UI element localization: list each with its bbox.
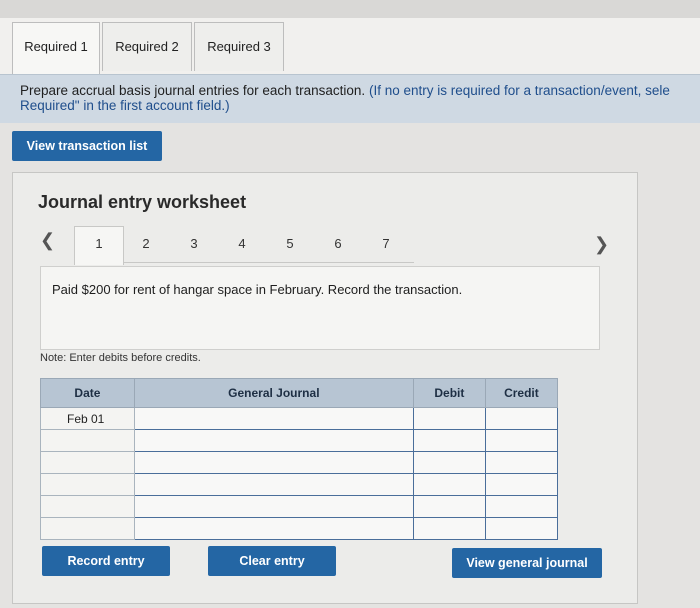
table-row (40, 517, 559, 540)
tab-required-3[interactable]: Required 3 (194, 22, 284, 71)
debit-input[interactable] (412, 429, 486, 452)
date-cell[interactable] (40, 495, 135, 518)
step-3[interactable]: 3 (184, 236, 204, 251)
credit-input[interactable] (484, 495, 559, 518)
record-entry-button[interactable]: Record entry (42, 546, 170, 576)
debit-input[interactable] (412, 407, 486, 430)
col-debit: Debit (412, 378, 486, 408)
col-credit: Credit (484, 378, 559, 408)
date-cell[interactable] (40, 451, 135, 474)
journal-table: Date General Journal Debit Credit Feb 01 (40, 378, 559, 540)
table-row (40, 429, 559, 452)
credit-input[interactable] (484, 473, 559, 496)
step-5[interactable]: 5 (280, 236, 300, 251)
instructions-panel: Prepare accrual basis journal entries fo… (0, 74, 700, 123)
tab-required-2[interactable]: Required 2 (102, 22, 192, 71)
date-cell[interactable] (40, 473, 135, 496)
date-cell[interactable] (40, 517, 135, 540)
instructions-note: (If no entry is required for a transacti… (368, 83, 670, 98)
step-6[interactable]: 6 (328, 236, 348, 251)
debit-input[interactable] (412, 473, 486, 496)
debit-input[interactable] (412, 517, 486, 540)
account-input[interactable] (133, 451, 414, 474)
table-row: Feb 01 (40, 407, 559, 430)
view-general-journal-button[interactable]: View general journal (452, 548, 602, 578)
credit-input[interactable] (484, 451, 559, 474)
transaction-description-box (40, 266, 600, 350)
col-date: Date (40, 378, 135, 408)
account-input[interactable] (133, 495, 414, 518)
entry-note: Note: Enter debits before credits. (40, 352, 201, 364)
tab-required-1[interactable]: Required 1 (12, 22, 100, 75)
chevron-left-icon[interactable]: ❮ (40, 230, 55, 251)
credit-input[interactable] (484, 517, 559, 540)
account-input[interactable] (133, 517, 414, 540)
step-7[interactable]: 7 (376, 236, 396, 251)
table-row (40, 473, 559, 496)
debit-input[interactable] (412, 451, 486, 474)
credit-input[interactable] (484, 407, 559, 430)
table-row (40, 451, 559, 474)
date-cell[interactable]: Feb 01 (40, 407, 135, 430)
instructions-main: Prepare accrual basis journal entries fo… (20, 83, 366, 98)
step-4[interactable]: 4 (232, 236, 252, 251)
account-input[interactable] (133, 429, 414, 452)
account-input[interactable] (133, 473, 414, 496)
table-row (40, 495, 559, 518)
step-2[interactable]: 2 (136, 236, 156, 251)
transaction-description: Paid $200 for rent of hangar space in Fe… (52, 282, 463, 297)
chevron-right-icon[interactable]: ❯ (594, 234, 609, 255)
worksheet-title: Journal entry worksheet (38, 192, 247, 212)
debit-input[interactable] (412, 495, 486, 518)
col-general-journal: General Journal (133, 378, 414, 408)
clear-entry-button[interactable]: Clear entry (208, 546, 336, 576)
step-1[interactable]: 1 (74, 226, 124, 265)
account-input[interactable] (133, 407, 414, 430)
view-transaction-list-button[interactable]: View transaction list (12, 131, 162, 161)
instructions-note-cont: Required" in the first account field.) (20, 98, 230, 113)
date-cell[interactable] (40, 429, 135, 452)
credit-input[interactable] (484, 429, 559, 452)
